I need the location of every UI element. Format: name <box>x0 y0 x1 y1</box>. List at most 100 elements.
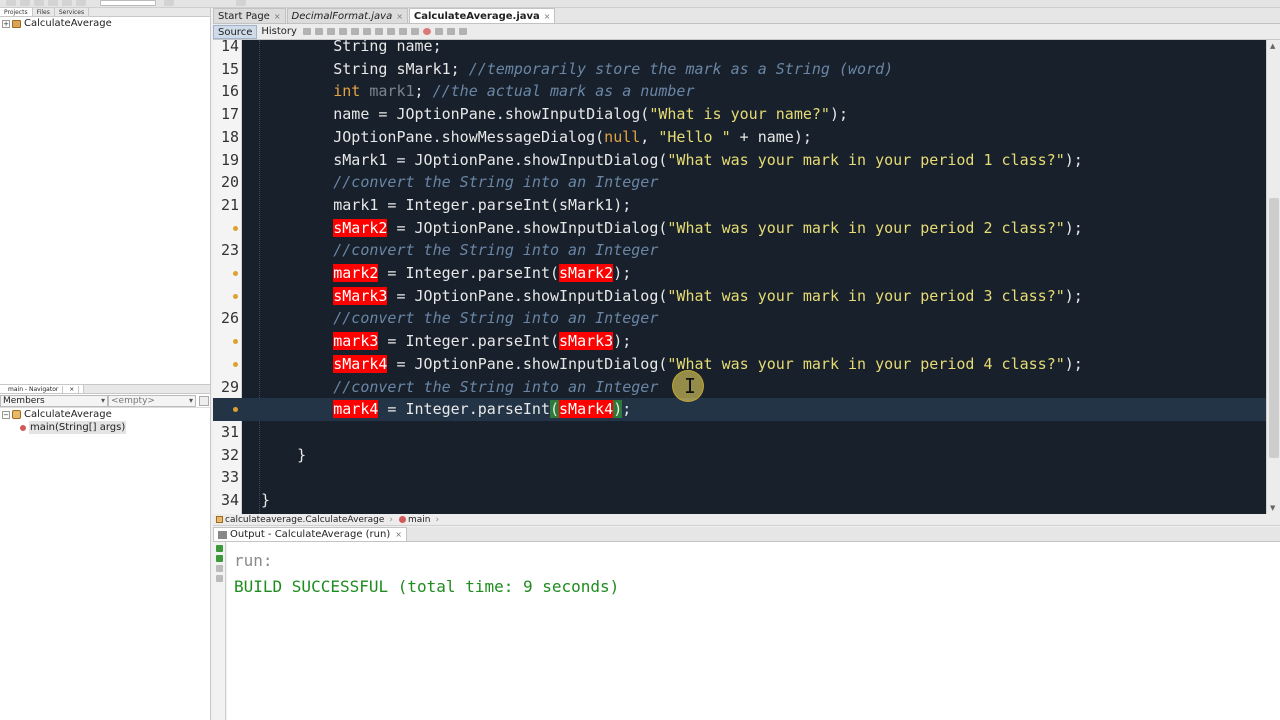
output-console[interactable]: run: BUILD SUCCESSFUL (total time: 9 seco… <box>227 542 1280 720</box>
navigator-tab-label: main - Navigator <box>4 386 64 393</box>
tab-decimalformat[interactable]: DecimalFormat.java × <box>286 8 408 24</box>
last-edit-icon[interactable] <box>326 28 335 35</box>
error-marker-icon[interactable] <box>233 339 238 345</box>
code-line[interactable]: 23 //convert the String into an Integer <box>213 239 1266 262</box>
rerun-icon[interactable] <box>216 545 223 552</box>
line-number: 26 <box>220 309 239 328</box>
output-actions <box>213 542 226 720</box>
find-next-icon[interactable] <box>362 28 371 35</box>
code-token: = Integer.parseInt <box>378 400 550 419</box>
error-token: sMark4 <box>559 400 614 419</box>
projects-pane: Projects Files Services + CalculateAvera… <box>0 8 211 384</box>
tab-files[interactable]: Files <box>33 8 55 16</box>
toolbar-icon[interactable] <box>48 0 58 6</box>
code-line[interactable]: 20 //convert the String into an Integer <box>213 171 1266 194</box>
error-marker-icon[interactable] <box>233 225 238 231</box>
scroll-down-icon[interactable]: ▼ <box>1270 504 1275 512</box>
toolbar-icon[interactable] <box>164 0 174 6</box>
tab-start-page[interactable]: Start Page × <box>213 8 286 23</box>
filter-select[interactable]: <empty> <box>108 394 196 407</box>
project-node[interactable]: + CalculateAverage <box>0 17 210 30</box>
bookmark-icon[interactable] <box>386 28 395 35</box>
code-line[interactable]: 34} <box>213 489 1266 512</box>
close-icon[interactable]: × <box>65 386 80 393</box>
history-button[interactable]: History <box>257 25 301 39</box>
toggle-highlight-icon[interactable] <box>374 28 383 35</box>
close-icon[interactable]: × <box>395 528 402 542</box>
code-line[interactable]: 21 mark1 = Integer.parseInt(sMark1); <box>213 194 1266 217</box>
code-line[interactable]: 33 <box>213 466 1266 489</box>
forward-icon[interactable] <box>314 28 323 35</box>
macro-stop-icon[interactable] <box>434 28 443 35</box>
toolbar-icon[interactable] <box>20 0 30 6</box>
code-line[interactable]: 19 sMark1 = JOptionPane.showInputDialog(… <box>213 149 1266 172</box>
back-icon[interactable] <box>302 28 311 35</box>
close-icon[interactable]: × <box>274 9 281 24</box>
error-marker-icon[interactable] <box>233 293 238 299</box>
code-line[interactable]: 29 //convert the String into an Integer <box>213 376 1266 399</box>
toolbar-icon[interactable] <box>76 0 86 6</box>
rerun-options-icon[interactable] <box>216 555 223 562</box>
code-line[interactable]: 31 <box>213 421 1266 444</box>
code-line[interactable]: 32 } <box>213 444 1266 467</box>
code-line[interactable]: 17 name = JOptionPane.showInputDialog("W… <box>213 103 1266 126</box>
navigator-method-node[interactable]: main(String[] args) <box>0 421 210 434</box>
toolbar-icon[interactable] <box>34 0 44 6</box>
code-token: ); <box>1064 286 1083 305</box>
find-previous-icon[interactable] <box>350 28 359 35</box>
toolbar-icon[interactable] <box>62 0 72 6</box>
settings-icon[interactable] <box>216 575 223 582</box>
members-select[interactable]: Members <box>0 394 108 407</box>
tab-calculateaverage[interactable]: CalculateAverage.java × <box>408 8 556 24</box>
tab-output[interactable]: Output - CalculateAverage (run) × <box>213 527 407 541</box>
error-marker-icon[interactable] <box>233 407 238 413</box>
code-line[interactable]: sMark3 = JOptionPane.showInputDialog("Wh… <box>213 285 1266 308</box>
scroll-up-icon[interactable]: ▲ <box>1270 42 1275 50</box>
scrollbar-thumb[interactable] <box>1269 198 1279 458</box>
navigator-class-node[interactable]: − CalculateAverage <box>0 408 210 421</box>
error-marker-icon[interactable] <box>233 361 238 367</box>
code-line[interactable]: mark4 = Integer.parseInt(sMark4); <box>213 398 1266 421</box>
uncomment-icon[interactable] <box>458 28 467 35</box>
collapse-icon[interactable]: − <box>2 410 10 419</box>
macro-record-icon[interactable] <box>422 28 431 35</box>
shift-right-icon[interactable] <box>410 28 419 35</box>
code-token: sMark1 = JOptionPane.showInputDialog( <box>261 150 668 169</box>
code-line[interactable]: mark3 = Integer.parseInt(sMark3); <box>213 330 1266 353</box>
tab-navigator[interactable]: main - Navigator × <box>0 385 85 393</box>
close-icon[interactable]: × <box>544 9 551 24</box>
chevron-right-icon: › <box>389 514 394 525</box>
code-line[interactable]: mark2 = Integer.parseInt(sMark2); <box>213 262 1266 285</box>
code-line[interactable]: 14 String name; <box>213 40 1266 58</box>
code-line[interactable]: 16 int mark1; //the actual mark as a num… <box>213 80 1266 103</box>
config-combo[interactable] <box>100 0 156 6</box>
toolbar-icon[interactable] <box>6 0 16 6</box>
code-line[interactable]: sMark4 = JOptionPane.showInputDialog("Wh… <box>213 353 1266 376</box>
code-line[interactable]: 18 JOptionPane.showMessageDialog(null, "… <box>213 126 1266 149</box>
code-editor[interactable]: 14 String name; 15 String sMark1; //tempo… <box>213 40 1266 514</box>
code-line[interactable]: 26 //convert the String into an Integer <box>213 307 1266 330</box>
expand-icon[interactable]: + <box>2 19 10 28</box>
breadcrumb-class[interactable]: calculateaverage.CalculateAverage › <box>213 515 396 525</box>
stop-icon[interactable] <box>216 565 223 572</box>
source-button[interactable]: Source <box>213 24 258 39</box>
code-line[interactable]: sMark2 = JOptionPane.showInputDialog("Wh… <box>213 217 1266 240</box>
toolbar-icon[interactable] <box>236 0 246 6</box>
breadcrumb-method[interactable]: main › <box>396 515 442 525</box>
tab-services[interactable]: Services <box>55 8 90 16</box>
code-line[interactable]: 15 String sMark1; //temporarily store th… <box>213 58 1266 81</box>
error-token: mark2 <box>333 264 379 282</box>
text-cursor-icon: I <box>684 374 697 398</box>
close-icon[interactable]: × <box>396 9 403 24</box>
code-token: = JOptionPane.showInputDialog( <box>387 286 668 305</box>
navigator-options-icon[interactable] <box>199 395 209 406</box>
editor-vertical-scrollbar[interactable]: ▲ ▼ <box>1266 40 1280 514</box>
search-icon[interactable] <box>338 28 347 35</box>
comment-icon[interactable] <box>446 28 455 35</box>
shift-left-icon[interactable] <box>398 28 407 35</box>
tab-projects[interactable]: Projects <box>0 8 33 16</box>
code-text: int mark1; //the actual mark as a number <box>261 80 694 103</box>
error-marker-icon[interactable] <box>233 271 238 276</box>
